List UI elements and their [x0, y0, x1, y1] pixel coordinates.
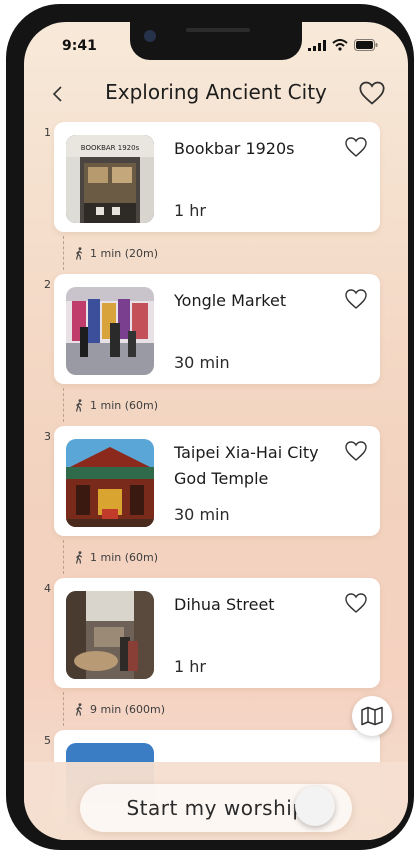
walk-segment: 1 min (60m)	[74, 550, 158, 564]
walk-segment: 1 min (60m)	[74, 398, 158, 412]
app-screen: 9:41 Exploring Ancient City 1 BOOKBAR 19…	[24, 22, 408, 840]
route-line	[63, 540, 64, 574]
stop-photo: BOOKBAR 1920s	[66, 135, 154, 223]
stop-photo	[66, 591, 154, 679]
walk-segment: 1 min (20m)	[74, 246, 158, 260]
page-title: Exploring Ancient City	[105, 80, 327, 104]
stop-photo	[66, 439, 154, 527]
camera-notch	[130, 22, 302, 60]
stop-name: Taipei Xia-Hai City God Temple	[174, 443, 319, 488]
walking-person-icon	[75, 398, 83, 412]
map-icon	[361, 706, 383, 726]
stop-card[interactable]: 4 Dihua Street 1 hr	[44, 578, 380, 688]
front-camera	[144, 30, 156, 42]
stop-index: 2	[44, 278, 51, 291]
walk-segment: 9 min (600m)	[74, 702, 165, 716]
speaker	[186, 28, 250, 32]
walking-person-icon	[75, 246, 83, 260]
status-time: 9:41	[62, 38, 97, 54]
walking-person-icon	[75, 550, 83, 564]
status-icons	[308, 39, 378, 51]
heart-outline-icon[interactable]	[344, 288, 368, 310]
walk-time: 1 min (20m)	[90, 246, 159, 260]
map-button[interactable]	[352, 696, 392, 736]
signal-icon	[308, 39, 326, 51]
route-line	[63, 388, 64, 422]
itinerary-list: 1 BOOKBAR 1920s Bookbar 1920s 1 hr 1 min…	[24, 122, 408, 840]
stop-card[interactable]: 3 Taipei Xia-Hai City God Temple 30 min	[44, 426, 380, 536]
stop-duration: 30 min	[174, 505, 230, 524]
stop-index: 3	[44, 430, 51, 443]
heart-outline-icon[interactable]	[344, 440, 368, 462]
stop-card[interactable]: 2 Yongle Market 30 min	[44, 274, 380, 384]
stop-duration: 30 min	[174, 353, 230, 372]
phone-frame: 9:41 Exploring Ancient City 1 BOOKBAR 19…	[6, 4, 414, 850]
stop-duration: 1 hr	[174, 201, 206, 220]
route-line	[63, 692, 64, 726]
stop-index: 4	[44, 582, 51, 595]
walk-time: 9 min (600m)	[90, 702, 166, 716]
walk-time: 1 min (60m)	[90, 398, 159, 412]
route-line	[63, 236, 64, 270]
assistive-touch-button[interactable]	[295, 786, 335, 826]
stop-name: Bookbar 1920s	[174, 139, 295, 158]
stop-photo	[66, 287, 154, 375]
stop-name: Yongle Market	[174, 291, 287, 310]
wifi-icon	[332, 39, 348, 51]
heart-outline-icon[interactable]	[358, 80, 386, 106]
shop-sign-text: BOOKBAR 1920s	[81, 144, 140, 152]
stop-name: Dihua Street	[174, 595, 275, 614]
stop-duration: 1 hr	[174, 657, 206, 676]
heart-outline-icon[interactable]	[344, 136, 368, 158]
stop-card[interactable]: 1 BOOKBAR 1920s Bookbar 1920s 1 hr	[44, 122, 380, 232]
walk-time: 1 min (60m)	[90, 550, 159, 564]
heart-outline-icon[interactable]	[344, 592, 368, 614]
bottom-bar: Start my worship	[24, 762, 408, 840]
stop-index: 5	[44, 734, 51, 747]
stop-index: 1	[44, 126, 51, 139]
top-bar: Exploring Ancient City	[24, 72, 408, 116]
battery-icon	[354, 39, 378, 51]
walking-person-icon	[75, 702, 83, 716]
